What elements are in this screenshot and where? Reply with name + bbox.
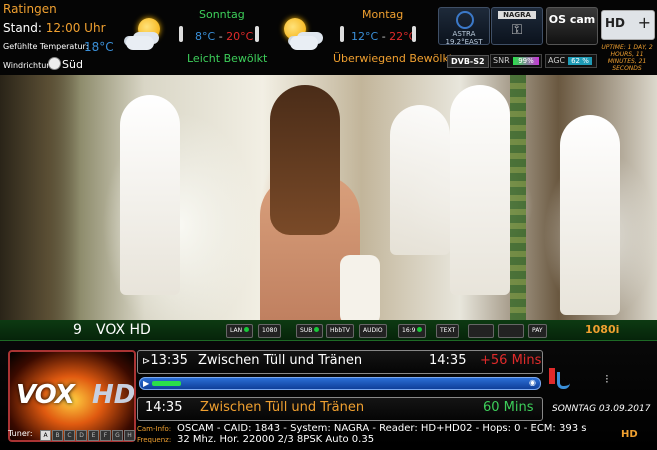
snr-bar: 99%	[513, 57, 539, 65]
teletext-flag: TEXT	[436, 324, 460, 338]
hdplus-logo: HD +	[601, 10, 655, 40]
dolby-flag	[468, 324, 494, 338]
compass-icon	[48, 57, 61, 70]
uptime-text: UPTIME: 1 DAY, 2 HOURS, 11 MINUTES, 21 S…	[601, 44, 653, 72]
cam-info: Cam-Info: OSCAM - CAID: 1843 - System: NA…	[137, 423, 587, 434]
end-marker-icon: ◉	[529, 378, 536, 387]
felt-temperature-label: Gefühlte Temperatur:	[3, 42, 89, 51]
thermometer-icon	[340, 26, 344, 42]
resolution-label: 1080i	[585, 323, 620, 336]
tuner-slot-h: H	[124, 430, 135, 441]
tuner-slot-d: D	[76, 430, 87, 441]
timeshift-icon	[547, 368, 571, 390]
next-event-duration: 60 Mins	[483, 400, 534, 415]
status-led-icon	[244, 327, 250, 332]
snr-meter: SNR 99%	[490, 54, 542, 68]
dts-flag	[498, 324, 524, 338]
tuner-slot-a: A	[40, 430, 51, 441]
agc-meter: AGC 62 %	[545, 54, 597, 68]
hd-badge: HD	[621, 429, 638, 440]
current-event: ⊳13:35 Zwischen Tüll und Tränen 14:35 +5…	[137, 350, 543, 374]
tv-video-frame	[0, 75, 657, 320]
forecast-day2-temps: 12°C - 22°C	[351, 30, 417, 43]
forecast-day1-name: Sonntag	[199, 8, 245, 21]
current-event-end: 14:35	[429, 353, 467, 368]
more-options-icon: ⁝	[605, 372, 609, 386]
pay-flag: PAY	[528, 324, 547, 338]
current-event-remaining: +56 Mins	[480, 353, 542, 368]
tuner-slot-g: G	[112, 430, 123, 441]
channel-number: 9	[73, 322, 82, 338]
channel-name: VOX HD	[96, 322, 151, 338]
aspect-flag: 16:9	[398, 324, 427, 338]
forecast-day1-temps: 8°C - 20°C	[195, 30, 254, 43]
channel-infobar: 9 VOX HD LAN 1080 SUB HbbTV AUDIO 16:9 T…	[0, 320, 657, 450]
astra-icon	[456, 11, 474, 29]
play-icon: ▶	[143, 379, 150, 388]
forecast-day2-desc: Überwiegend Bewölkt	[333, 52, 454, 65]
felt-temperature-value: 18°C	[84, 40, 114, 54]
tuner-slot-c: C	[64, 430, 75, 441]
thermometer-icon	[412, 26, 416, 42]
next-event: 14:35 Zwischen Tüll und Tränen 60 Mins	[137, 397, 543, 421]
date-label: SONNTAG 03.09.2017	[552, 404, 651, 414]
thermometer-icon	[255, 26, 259, 42]
video-person	[260, 85, 380, 320]
audio-flag: AUDIO	[359, 324, 387, 338]
channel-bar: 9 VOX HD LAN 1080 SUB HbbTV AUDIO 16:9 T…	[0, 320, 657, 341]
next-event-start: 14:35	[145, 400, 183, 415]
event-progress-fill	[152, 381, 181, 386]
resolution-flag: 1080	[258, 324, 282, 338]
update-time: Stand: 12:00 Uhr	[3, 21, 106, 35]
tuner-slot-b: B	[52, 430, 63, 441]
subtitle-flag: SUB	[296, 324, 324, 338]
forecast-day1-desc: Leicht Bewölkt	[187, 52, 268, 65]
thermometer-icon	[179, 26, 183, 42]
tuner-label: Tuner:	[8, 429, 33, 438]
astra-satellite-logo: ASTRA 19.2°EAST	[438, 7, 490, 46]
wind-direction-value: Süd	[62, 58, 83, 71]
oscam-logo: OS cam	[546, 7, 598, 45]
weather-status-bar: Ratingen Stand: 12:00 Uhr Gefühlte Tempe…	[0, 0, 657, 75]
sun-cloud-icon	[122, 16, 166, 52]
cloud-sun-icon	[280, 16, 324, 52]
event-progress-bar: ▶ ◉	[139, 377, 541, 390]
current-event-start: ⊳13:35	[142, 353, 188, 368]
next-event-title: Zwischen Tüll und Tränen	[200, 400, 365, 415]
hbbtv-flag: HbbTV	[326, 324, 354, 338]
dvb-s2-badge: DVB-S2	[447, 55, 489, 68]
status-led-icon	[314, 327, 320, 332]
agc-bar: 62 %	[568, 57, 592, 65]
frequency-info: Frequenz: 32 Mhz. Hor. 22000 2/3 8PSK Aut…	[137, 434, 375, 445]
tuner-slot-f: F	[100, 430, 111, 441]
city-name: Ratingen	[3, 2, 57, 16]
nagra-logo: NAGRA ⚿	[491, 7, 543, 45]
forecast-day2-name: Montag	[362, 8, 404, 21]
status-led-icon	[417, 327, 423, 332]
current-event-title: Zwischen Tüll und Tränen	[198, 353, 363, 368]
tuner-slot-e: E	[88, 430, 99, 441]
key-icon: ⚿	[511, 22, 523, 38]
lan-flag: LAN	[226, 324, 254, 338]
